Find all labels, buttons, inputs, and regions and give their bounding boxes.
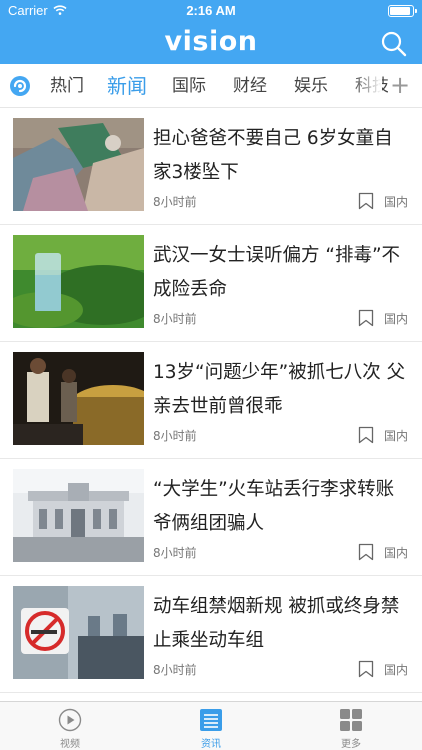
tab-international[interactable]: 国际 bbox=[172, 64, 206, 107]
bookmark-icon[interactable] bbox=[358, 192, 374, 210]
tab-hot[interactable]: 热门 bbox=[50, 64, 84, 107]
news-item[interactable]: 武汉一女士误听偏方 “排毒”不成险丢命 8小时前 国内 bbox=[0, 225, 422, 342]
news-time: 8小时前 bbox=[153, 195, 197, 209]
grid-more-icon bbox=[340, 709, 362, 731]
news-thumbnail bbox=[13, 118, 144, 211]
news-item[interactable]: 13岁“问题少年”被抓七八次 父亲去世前曾很乖 8小时前 国内 bbox=[0, 342, 422, 459]
news-category: 国内 bbox=[383, 312, 408, 326]
news-list: 担心爸爸不要自己 6岁女童自家3楼坠下 8小时前 国内 武汉一女士误听偏方 “排… bbox=[0, 108, 422, 693]
bookmark-icon[interactable] bbox=[358, 660, 374, 678]
tabbar-more[interactable]: 更多 bbox=[281, 702, 421, 750]
app-header: Carrier 2:16 AM vision bbox=[0, 0, 422, 64]
app-logo: vision bbox=[164, 26, 258, 57]
status-time: 2:16 AM bbox=[186, 3, 236, 18]
news-category: 国内 bbox=[383, 429, 408, 443]
news-category: 国内 bbox=[383, 195, 408, 209]
category-tabs: 热门 新闻 国际 财经 娱乐 科技 + bbox=[0, 64, 422, 108]
tab-news[interactable]: 新闻 bbox=[107, 64, 147, 107]
tab-finance[interactable]: 财经 bbox=[233, 64, 267, 107]
news-title: “大学生”火车站丢行李求转账 爷俩组团骗人 bbox=[153, 479, 395, 534]
news-list-icon bbox=[200, 709, 222, 731]
tabs-fade bbox=[352, 64, 382, 107]
tab-entertainment[interactable]: 娱乐 bbox=[294, 64, 328, 107]
news-item[interactable]: 动车组禁烟新规 被抓或终身禁止乘坐动车组 8小时前 国内 bbox=[0, 576, 422, 693]
tabbar-news-label: 资讯 bbox=[201, 739, 221, 750]
news-thumbnail bbox=[13, 469, 144, 562]
news-time: 8小时前 bbox=[153, 546, 197, 560]
news-item[interactable]: 担心爸爸不要自己 6岁女童自家3楼坠下 8小时前 国内 bbox=[0, 108, 422, 225]
status-bar: Carrier 2:16 AM bbox=[0, 0, 422, 22]
play-circle-icon bbox=[58, 708, 82, 732]
news-time: 8小时前 bbox=[153, 663, 197, 677]
bookmark-icon[interactable] bbox=[358, 426, 374, 444]
news-time: 8小时前 bbox=[153, 312, 197, 326]
bookmark-icon[interactable] bbox=[358, 309, 374, 327]
news-thumbnail bbox=[13, 352, 144, 445]
vision-badge-icon bbox=[10, 76, 30, 96]
news-title: 武汉一女士误听偏方 “排毒”不成险丢命 bbox=[153, 245, 401, 300]
bookmark-icon[interactable] bbox=[358, 543, 374, 561]
add-tab-button[interactable]: + bbox=[388, 64, 412, 107]
bottom-tab-bar: 视频 资讯 更多 bbox=[0, 701, 422, 750]
news-thumbnail bbox=[13, 586, 144, 679]
search-icon[interactable] bbox=[380, 30, 408, 58]
news-title: 担心爸爸不要自己 6岁女童自家3楼坠下 bbox=[153, 128, 393, 183]
tabbar-video-label: 视频 bbox=[60, 739, 80, 750]
news-category: 国内 bbox=[383, 663, 408, 677]
news-category: 国内 bbox=[383, 546, 408, 560]
news-time: 8小时前 bbox=[153, 429, 197, 443]
battery-icon bbox=[388, 5, 417, 17]
tabbar-more-label: 更多 bbox=[341, 739, 361, 750]
tabbar-news[interactable]: 资讯 bbox=[141, 702, 281, 750]
tabbar-video[interactable]: 视频 bbox=[0, 702, 140, 750]
news-title: 13岁“问题少年”被抓七八次 父亲去世前曾很乖 bbox=[153, 362, 406, 417]
news-item[interactable]: “大学生”火车站丢行李求转账 爷俩组团骗人 8小时前 国内 bbox=[0, 459, 422, 576]
news-title: 动车组禁烟新规 被抓或终身禁止乘坐动车组 bbox=[153, 596, 400, 651]
news-thumbnail bbox=[13, 235, 144, 328]
